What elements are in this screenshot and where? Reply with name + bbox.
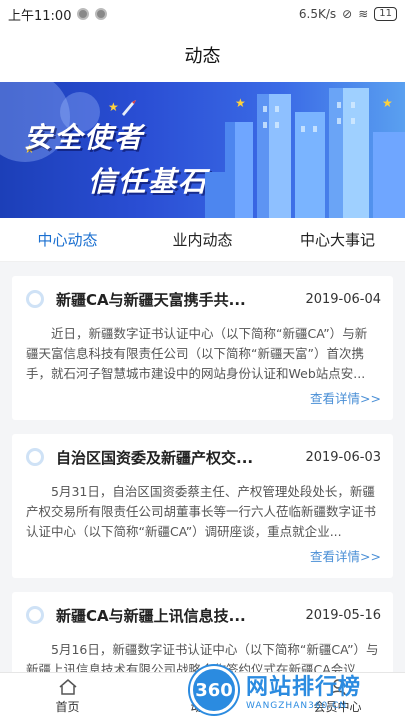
bullet-circle-icon bbox=[26, 290, 44, 308]
news-card-header: 新疆CA与新疆上讯信息技... 2019-05-16 bbox=[12, 592, 393, 638]
news-card[interactable]: 新疆CA与新疆天富携手共... 2019-06-04 近日，新疆数字证书认证中心… bbox=[12, 276, 393, 420]
rocket-icon bbox=[122, 100, 136, 116]
news-card-header: 自治区国资委及新疆产权交... 2019-06-03 bbox=[12, 434, 393, 480]
tab-bar: 中心动态 业内动态 中心大事记 bbox=[0, 218, 405, 262]
view-details-link[interactable]: 查看详情>> bbox=[310, 388, 381, 407]
watermark-logo: 360 bbox=[190, 666, 238, 714]
watermark-sub: WANGZHAN360.CN bbox=[246, 701, 348, 711]
bullet-circle-icon bbox=[26, 448, 44, 466]
watermark-text: 网站排行榜 WANGZHAN360.CN bbox=[246, 669, 361, 711]
news-date: 2019-06-04 bbox=[305, 291, 381, 307]
news-card[interactable]: 自治区国资委及新疆产权交... 2019-06-03 5月31日，自治区国资委蔡… bbox=[12, 434, 393, 578]
status-bar: 上午11:00 6.5K/s ⊘ ≋ 11 bbox=[0, 0, 405, 28]
battery-icon: 11 bbox=[374, 7, 397, 21]
site-watermark: 360 网站排行榜 WANGZHAN360.CN bbox=[190, 660, 405, 720]
nav-home[interactable]: 首页 bbox=[0, 673, 135, 720]
tab-center-news[interactable]: 中心动态 bbox=[0, 218, 135, 261]
network-speed: 6.5K/s bbox=[298, 7, 337, 21]
promo-banner[interactable]: ★ ★ ★ ★ 安全使者 信任基石 bbox=[0, 82, 405, 218]
home-icon bbox=[59, 679, 76, 695]
news-card-header: 新疆CA与新疆天富携手共... 2019-06-04 bbox=[12, 276, 393, 322]
wifi-icon: ≋ bbox=[358, 7, 369, 21]
nav-home-label: 首页 bbox=[55, 700, 80, 714]
notification-icon-2 bbox=[95, 8, 108, 20]
tab-industry-news[interactable]: 业内动态 bbox=[135, 218, 270, 261]
city-illustration bbox=[205, 88, 405, 218]
page-title-text: 动态 bbox=[184, 46, 221, 67]
news-date: 2019-06-03 bbox=[305, 449, 381, 465]
notification-icon bbox=[77, 8, 90, 20]
news-feed[interactable]: 新疆CA与新疆天富携手共... 2019-06-04 近日，新疆数字证书认证中心… bbox=[0, 262, 405, 672]
page-title: 动态 bbox=[0, 28, 405, 82]
status-time: 上午11:00 bbox=[8, 8, 72, 24]
status-right: 6.5K/s ⊘ ≋ 11 bbox=[299, 7, 397, 21]
view-details-link[interactable]: 查看详情>> bbox=[310, 546, 381, 565]
bullet-circle-icon bbox=[26, 606, 44, 624]
watermark-main: 网站排行榜 bbox=[246, 675, 362, 700]
banner-slogan-line1: 安全使者 bbox=[24, 121, 145, 154]
news-summary: 5月31日，自治区国资委蔡主任、产权管理处段处长，新疆产权交易所有限责任公司胡董… bbox=[26, 484, 377, 539]
news-date: 2019-05-16 bbox=[305, 607, 381, 623]
news-title[interactable]: 新疆CA与新疆天富携手共... bbox=[56, 289, 246, 310]
mute-icon: ⊘ bbox=[342, 7, 353, 21]
news-summary: 近日，新疆数字证书认证中心（以下简称“新疆CA”）与新疆天富信息科技有限责任公司… bbox=[26, 326, 368, 381]
banner-slogan-line2: 信任基石 bbox=[88, 165, 209, 198]
news-title[interactable]: 自治区国资委及新疆产权交... bbox=[56, 447, 253, 468]
tab-center-events[interactable]: 中心大事记 bbox=[270, 218, 405, 261]
news-title[interactable]: 新疆CA与新疆上讯信息技... bbox=[56, 605, 246, 626]
